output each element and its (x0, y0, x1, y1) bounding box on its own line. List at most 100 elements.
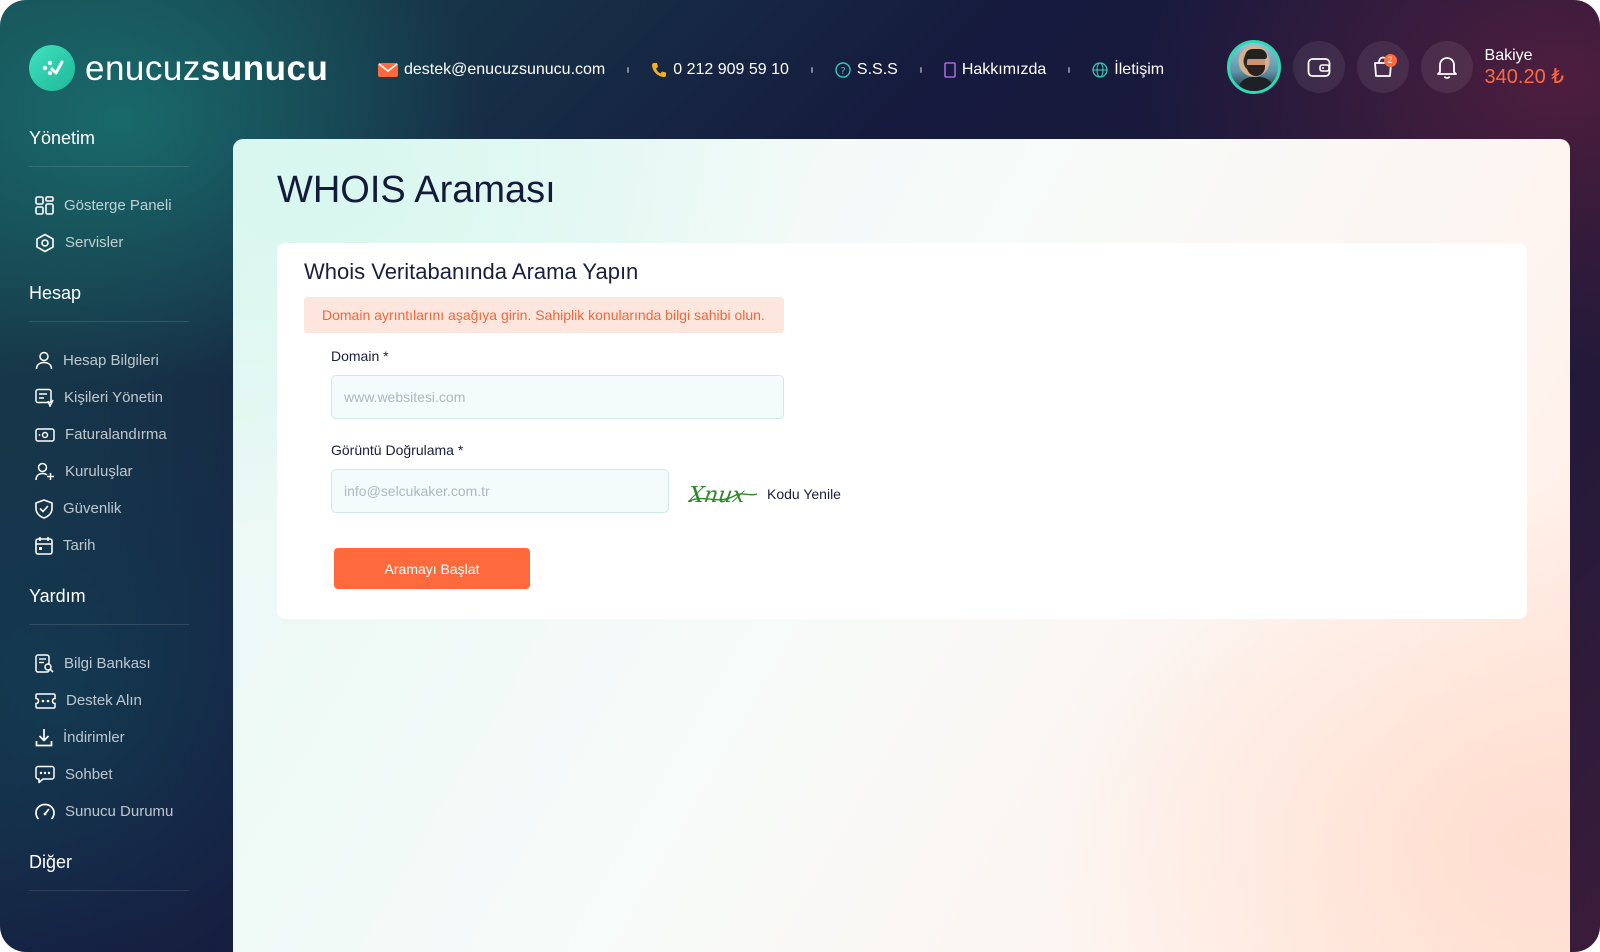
divider (29, 321, 189, 322)
sidebar-item-label: Sunucu Durumu (65, 803, 174, 820)
wallet-icon (1307, 58, 1330, 77)
sidebar: Yönetim Gösterge Paneli Servisler Hesap … (29, 128, 189, 913)
balance: Bakiye 340.20 ₺ (1485, 46, 1564, 88)
captcha-label: Görüntü Doğrulama * (331, 442, 464, 458)
cart-button[interactable]: 2 (1356, 41, 1409, 93)
app-window: enucuzsunucu destek@enucuzsunucu.com 0 2… (0, 0, 1600, 952)
header-controls: 2 Bakiye 340.20 ₺ (1226, 40, 1564, 94)
calendar-icon (35, 537, 53, 555)
sidebar-item-label: Bilgi Bankası (64, 655, 151, 672)
bell-icon (1436, 57, 1457, 79)
nav-faq[interactable]: ? S.S.S (835, 61, 898, 79)
cart-count-badge: 2 (1383, 54, 1397, 67)
services-icon (36, 233, 54, 252)
start-search-button[interactable]: Aramayı Başlat (334, 548, 530, 589)
divider (29, 890, 189, 891)
download-icon (35, 729, 53, 747)
globe-icon (1092, 62, 1108, 78)
sidebar-item-server-status[interactable]: Sunucu Durumu (29, 793, 189, 830)
section-title: Yönetim (29, 128, 96, 148)
sidebar-item-label: Güvenlik (63, 500, 122, 517)
divider (29, 624, 189, 625)
captcha-image: Xnux (688, 482, 758, 508)
sidebar-item-account-info[interactable]: Hesap Bilgileri (29, 342, 189, 379)
sidebar-section-account: Hesap Hesap Bilgileri Kişileri Yönetin F… (29, 283, 189, 564)
nav-email-label: destek@enucuzsunucu.com (404, 61, 606, 78)
captcha-input[interactable] (331, 469, 669, 513)
sidebar-section-management: Yönetim Gösterge Paneli Servisler (29, 128, 189, 261)
nav-separator (1068, 67, 1071, 73)
wallet-button[interactable] (1292, 41, 1345, 93)
svg-text:?: ? (840, 66, 845, 77)
nav-contact[interactable]: İletişim (1092, 61, 1164, 79)
knowledge-icon (35, 653, 54, 673)
ticket-icon (35, 692, 56, 709)
sidebar-item-support[interactable]: Destek Alın (29, 682, 189, 719)
nav-faq-label: S.S.S (856, 61, 898, 78)
refresh-captcha-link[interactable]: Kodu Yenile (767, 486, 841, 502)
nav-about-label: Hakkımızda (961, 61, 1047, 78)
user-add-icon (35, 462, 54, 481)
balance-label: Bakiye (1484, 47, 1533, 64)
info-alert: Domain ayrıntılarını aşağıya girin. Sahi… (304, 297, 784, 333)
page-title: WHOIS Araması (277, 169, 556, 211)
nav-phone[interactable]: 0 212 909 59 10 (651, 61, 789, 79)
sidebar-item-label: Kişileri Yönetin (64, 389, 163, 406)
chat-icon (35, 765, 55, 784)
sidebar-item-organizations[interactable]: Kuruluşlar (29, 453, 189, 490)
sidebar-item-label: Destek Alın (66, 692, 142, 709)
avatar[interactable] (1226, 40, 1281, 94)
domain-label: Domain * (331, 348, 389, 364)
sidebar-item-contacts[interactable]: Kişileri Yönetin (29, 379, 189, 416)
sidebar-section-help: Yardım Bilgi Bankası Destek Alın İndirim… (29, 586, 189, 830)
notifications-button[interactable] (1420, 41, 1473, 93)
whois-search-card: Whois Veritabanında Arama Yapın Domain a… (277, 243, 1527, 619)
section-title: Diğer (29, 852, 73, 872)
gauge-icon (35, 803, 55, 819)
domain-input[interactable] (331, 375, 784, 419)
bookmark-icon (944, 62, 956, 78)
logo-mark-icon (29, 45, 75, 91)
divider (29, 166, 189, 167)
balance-value: 340.20 ₺ (1484, 66, 1564, 88)
sidebar-item-label: Faturalandırma (65, 426, 167, 443)
sidebar-item-label: İndirimler (63, 729, 125, 746)
nav-phone-label: 0 212 909 59 10 (673, 61, 789, 78)
brand-name: enucuzsunucu (85, 48, 329, 88)
nav-contact-label: İletişim (1114, 61, 1165, 78)
section-title: Yardım (29, 586, 86, 606)
section-title: Hesap (29, 283, 82, 303)
contacts-icon (35, 388, 54, 407)
sidebar-item-chat[interactable]: Sohbet (29, 756, 189, 793)
top-nav: destek@enucuzsunucu.com 0 212 909 59 10 … (378, 58, 1164, 82)
sidebar-item-services[interactable]: Servisler (29, 224, 189, 261)
sidebar-item-label: Sohbet (65, 766, 113, 783)
sidebar-item-label: Tarih (63, 537, 96, 554)
sidebar-item-label: Hesap Bilgileri (63, 352, 159, 369)
nav-separator (810, 67, 813, 73)
nav-about[interactable]: Hakkımızda (944, 61, 1046, 79)
main-content: WHOIS Araması Whois Veritabanında Arama … (233, 139, 1570, 952)
grid-icon (35, 196, 54, 215)
phone-icon (652, 63, 667, 77)
sidebar-section-other: Diğer (29, 852, 189, 891)
sidebar-item-label: Gösterge Paneli (64, 197, 172, 214)
sidebar-item-dashboard[interactable]: Gösterge Paneli (29, 187, 189, 224)
user-icon (35, 351, 53, 370)
sidebar-item-label: Kuruluşlar (65, 463, 133, 480)
nav-separator (627, 67, 630, 73)
sidebar-item-downloads[interactable]: İndirimler (29, 719, 189, 756)
sidebar-item-history[interactable]: Tarih (29, 527, 189, 564)
sidebar-item-billing[interactable]: Faturalandırma (29, 416, 189, 453)
sidebar-item-security[interactable]: Güvenlik (29, 490, 189, 527)
billing-icon (35, 427, 55, 442)
sidebar-item-knowledge-base[interactable]: Bilgi Bankası (29, 645, 189, 682)
nav-separator (919, 67, 922, 73)
question-icon: ? (835, 62, 851, 78)
card-title: Whois Veritabanında Arama Yapın (304, 259, 639, 284)
mail-icon (378, 63, 398, 77)
shield-icon (35, 498, 53, 519)
nav-email[interactable]: destek@enucuzsunucu.com (378, 61, 605, 79)
sidebar-item-label: Servisler (65, 234, 124, 251)
brand-logo[interactable]: enucuzsunucu (29, 45, 328, 91)
